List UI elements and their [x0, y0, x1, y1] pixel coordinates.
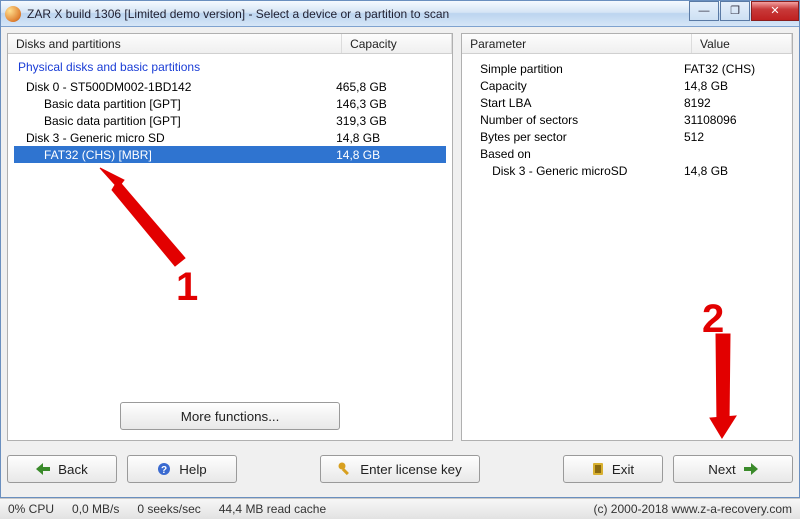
tree-row[interactable]: Basic data partition [GPT]319,3 GB	[14, 112, 446, 129]
tree-row-capacity: 146,3 GB	[336, 97, 446, 111]
physical-disks-section: Physical disks and basic partitions	[18, 60, 446, 74]
next-button[interactable]: Next	[673, 455, 793, 483]
minimize-button[interactable]: —	[689, 1, 719, 21]
status-mbs: 0,0 MB/s	[72, 502, 137, 516]
exit-button[interactable]: Exit	[563, 455, 663, 483]
param-row: Simple partitionFAT32 (CHS)	[470, 60, 784, 77]
tree-row-capacity: 319,3 GB	[336, 114, 446, 128]
status-copyright: (c) 2000-2018 www.z-a-recovery.com	[593, 502, 792, 516]
col-disks-header[interactable]: Disks and partitions	[8, 34, 342, 53]
back-button[interactable]: Back	[7, 455, 117, 483]
param-column-header: Parameter Value	[462, 34, 792, 54]
param-name: Number of sectors	[470, 113, 684, 127]
tree-row[interactable]: Basic data partition [GPT]146,3 GB	[14, 95, 446, 112]
tree-row-selected[interactable]: FAT32 (CHS) [MBR]14,8 GB	[14, 146, 446, 163]
app-window: ZAR X build 1306 [Limited demo version] …	[0, 0, 800, 498]
arrow-right-icon	[744, 463, 758, 475]
param-name: Simple partition	[470, 62, 684, 76]
more-functions-button[interactable]: More functions...	[120, 402, 340, 430]
param-row: Disk 3 - Generic microSD14,8 GB	[470, 162, 784, 179]
main-content: Disks and partitions Capacity Physical d…	[7, 33, 793, 441]
param-name: Based on	[470, 147, 684, 161]
disks-panel: Disks and partitions Capacity Physical d…	[7, 33, 453, 441]
tree-row-name: FAT32 (CHS) [MBR]	[44, 148, 336, 162]
param-value: 14,8 GB	[684, 79, 784, 93]
tree-row-capacity: 14,8 GB	[336, 148, 446, 162]
param-row: Start LBA8192	[470, 94, 784, 111]
param-row: Based on	[470, 145, 784, 162]
col-parameter-header[interactable]: Parameter	[462, 34, 692, 53]
titlebar[interactable]: ZAR X build 1306 [Limited demo version] …	[1, 1, 799, 27]
button-bar: Back ? Help Enter license key Exit Next	[7, 451, 793, 487]
tree-row-name: Disk 3 - Generic micro SD	[26, 131, 336, 145]
exit-label: Exit	[612, 462, 634, 477]
tree-row[interactable]: Disk 3 - Generic micro SD14,8 GB	[14, 129, 446, 146]
status-seeks: 0 seeks/sec	[137, 502, 218, 516]
param-value: 14,8 GB	[684, 164, 784, 178]
tree-row-capacity: 465,8 GB	[336, 80, 446, 94]
window-title: ZAR X build 1306 [Limited demo version] …	[27, 7, 688, 21]
param-value: FAT32 (CHS)	[684, 62, 784, 76]
param-value: 8192	[684, 96, 784, 110]
param-value: 31108096	[684, 113, 784, 127]
param-name: Bytes per sector	[470, 130, 684, 144]
license-label: Enter license key	[360, 462, 462, 477]
tree-row[interactable]: Disk 0 - ST500DM002-1BD142465,8 GB	[14, 78, 446, 95]
key-icon	[338, 462, 352, 476]
back-label: Back	[58, 462, 88, 477]
tree-row-name: Disk 0 - ST500DM002-1BD142	[26, 80, 336, 94]
door-icon	[592, 462, 604, 476]
col-capacity-header[interactable]: Capacity	[342, 34, 452, 53]
more-functions-label: More functions...	[181, 409, 280, 424]
status-cpu: 0% CPU	[8, 502, 72, 516]
tree-row-name: Basic data partition [GPT]	[44, 97, 336, 111]
next-label: Next	[708, 462, 735, 477]
app-icon	[5, 6, 21, 22]
disks-column-header: Disks and partitions Capacity	[8, 34, 452, 54]
status-cache: 44,4 MB read cache	[219, 502, 344, 516]
maximize-button[interactable]: ❐	[720, 1, 750, 21]
tree-row-capacity: 14,8 GB	[336, 131, 446, 145]
param-row: Capacity14,8 GB	[470, 77, 784, 94]
parameters-list: Simple partitionFAT32 (CHS)Capacity14,8 …	[462, 54, 792, 185]
svg-text:?: ?	[161, 465, 167, 476]
param-name: Start LBA	[470, 96, 684, 110]
param-row: Number of sectors31108096	[470, 111, 784, 128]
help-icon: ?	[157, 462, 171, 476]
status-bar: 0% CPU 0,0 MB/s 0 seeks/sec 44,4 MB read…	[0, 498, 800, 519]
param-value: 512	[684, 130, 784, 144]
param-name: Capacity	[470, 79, 684, 93]
arrow-left-icon	[36, 463, 50, 475]
col-value-header[interactable]: Value	[692, 34, 792, 53]
tree-row-name: Basic data partition [GPT]	[44, 114, 336, 128]
disks-tree: Physical disks and basic partitions Disk…	[8, 54, 452, 396]
help-label: Help	[179, 462, 206, 477]
enter-license-button[interactable]: Enter license key	[320, 455, 480, 483]
window-controls: — ❐ ✕	[688, 1, 799, 21]
param-row: Bytes per sector512	[470, 128, 784, 145]
close-button[interactable]: ✕	[751, 1, 799, 21]
help-button[interactable]: ? Help	[127, 455, 237, 483]
param-name: Disk 3 - Generic microSD	[470, 164, 684, 178]
parameters-panel: Parameter Value Simple partitionFAT32 (C…	[461, 33, 793, 441]
